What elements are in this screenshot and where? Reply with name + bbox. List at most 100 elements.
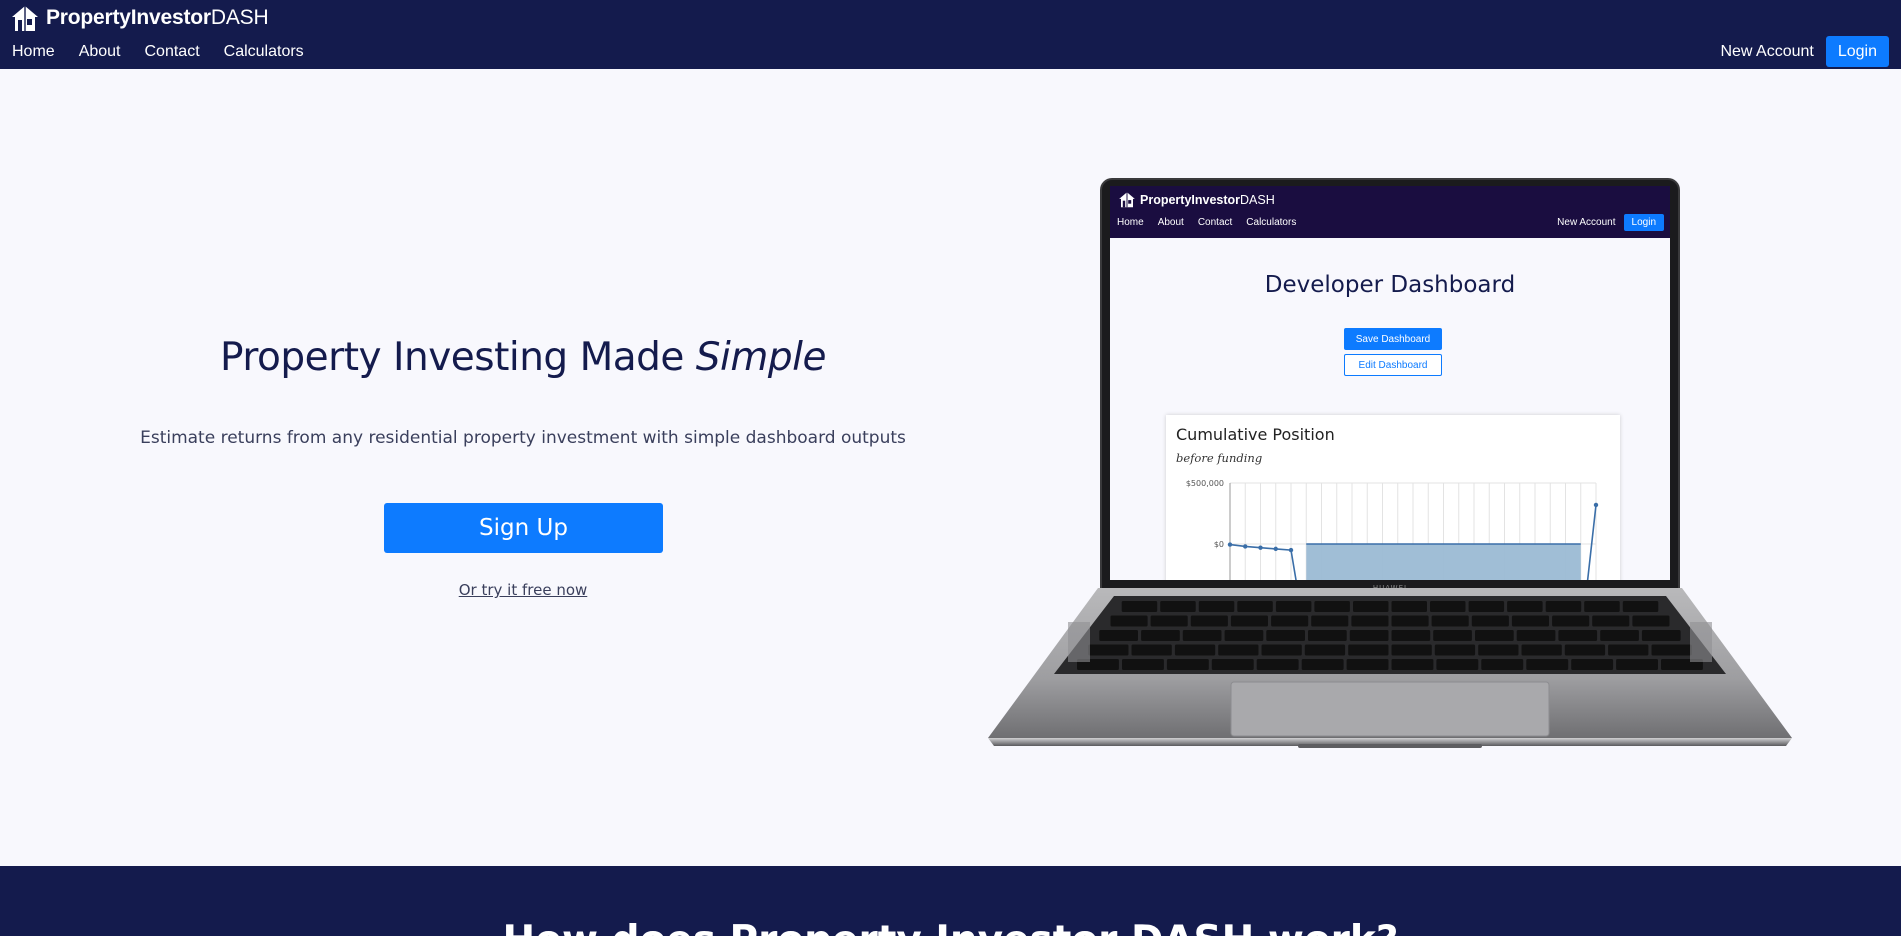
keyboard-key [1433,630,1472,641]
chart-y-tick-label: $500,000 [1186,479,1224,488]
keyboard-key [1391,615,1429,627]
keyboard-key [1478,644,1519,656]
chart-area-fill [1306,544,1581,580]
chart-data-point [1243,544,1248,549]
keyboard-key [1521,644,1562,656]
mock-nav-link-home: Home [1117,217,1144,228]
keyboard-key [1174,644,1216,656]
keyboard-key [1230,615,1268,627]
keyboard-key [1552,615,1590,627]
hero-title-emphasis: Simple [695,335,827,380]
how-it-works-section: How does Property Investor DASH work? [0,866,1901,936]
keyboard-key [1622,601,1659,612]
mock-brand-name: PropertyInvestorDASH [1140,192,1275,207]
chart-data-point [1227,542,1233,547]
keyboard-key [1516,630,1556,641]
keyboard-key [1471,615,1509,627]
laptop-mockup: PropertyInvestorDASH Home About Contact … [986,178,1794,760]
keyboard-key [1651,644,1692,656]
keyboard-key [1632,615,1670,627]
laptop-lid: PropertyInvestorDASH Home About Contact … [1100,178,1680,596]
keyboard-key [1507,601,1543,612]
chart-y-tick-label: $0 [1214,540,1224,549]
keyboard-key [1391,659,1434,670]
keyboard-key [1511,615,1549,627]
keyboard-key [1088,644,1129,656]
keyboard-key [1099,630,1138,641]
keyboard-key [1391,644,1432,656]
mock-nav-right: New Account Login [1557,214,1664,231]
mock-page-title: Developer Dashboard [1264,272,1516,298]
keyboard-key [1600,630,1639,641]
keyboard-key [1166,659,1209,670]
keyboard-key [1275,601,1312,612]
keyboard-key [1391,630,1431,641]
house-logo-icon [12,6,38,31]
keyboard-key [1346,659,1389,670]
keyboard-key [1468,601,1505,612]
keyboard-key [1308,630,1347,641]
chart-data-point [1288,547,1294,553]
keyboard-key [1436,659,1479,670]
hero-title: Property Investing Made Simple [150,335,896,380]
keyboard-key [1349,630,1389,641]
keyboard-key [1348,644,1389,656]
laptop-keyboard-base [988,588,1792,748]
keyboard-key [1526,659,1569,670]
keyboard-key [1571,659,1614,670]
nav-right: New Account Login [1720,36,1889,67]
keyboard-key [1121,601,1158,612]
keyboard-key [1266,630,1305,641]
mock-new-account: New Account [1557,217,1616,228]
keyboard-key [1150,615,1188,627]
keyboard-key [1353,601,1389,612]
keyboard-key [1256,659,1299,670]
chart-data-point [1258,545,1263,550]
mock-house-logo-icon [1119,192,1135,208]
keyboard-key [1434,644,1476,656]
nav-link-home[interactable]: Home [0,43,67,61]
mock-chart-subtitle: before funding [1176,451,1263,465]
keyboard-key [1311,615,1349,627]
nav-link-about[interactable]: About [67,43,133,61]
keyboard-key [1641,630,1681,641]
keyboard-key [1110,615,1148,627]
keyboard-key [1608,644,1649,656]
keyboard-key [1301,659,1344,670]
mock-navbar: PropertyInvestorDASH Home About Contact … [1110,186,1670,238]
keyboard-key [1304,644,1346,656]
laptop-screen: PropertyInvestorDASH Home About Contact … [1110,186,1670,580]
keyboard-key [1616,659,1658,670]
keyboard-key [1430,601,1466,612]
navbar: PropertyInvestorDASH Home About Contact … [0,0,1901,69]
keyboard-key [1190,615,1228,627]
mock-chart-card: Cumulative Position before funding $500,… [1166,415,1620,580]
brand-name: PropertyInvestorDASH [46,6,269,29]
keyboard-key [1351,615,1389,627]
keyboard-key [1261,644,1302,656]
keyboard-key [1237,601,1273,612]
keyboard-key [1122,659,1164,670]
login-button[interactable]: Login [1825,36,1889,67]
keyboard-key [1211,659,1254,670]
keyboard-key [1545,601,1582,612]
try-free-link[interactable]: Or try it free now [350,581,696,599]
keyboard-key [1558,630,1598,641]
keyboard-key [1218,644,1259,656]
mock-login-button: Login [1623,214,1664,231]
nav-link-contact[interactable]: Contact [133,43,212,61]
brand-logo-link[interactable]: PropertyInvestorDASH [10,3,269,33]
keyboard-key [1391,601,1427,612]
keyboard-key [1592,615,1630,627]
hero-subtitle: Estimate returns from any residential pr… [140,428,906,448]
keyboard-key [1160,601,1196,612]
keyboard-key [1141,630,1180,641]
keyboard-key [1314,601,1350,612]
cumulative-position-chart: $500,000$0-$500,000 [1186,479,1599,580]
nav-link-calculators[interactable]: Calculators [212,43,316,61]
mock-nav-link-calculators: Calculators [1246,217,1297,228]
new-account-link[interactable]: New Account [1720,43,1813,61]
keyboard-key [1584,601,1620,612]
mock-nav-links: Home About Contact Calculators [1110,217,1303,228]
signup-button[interactable]: Sign Up [384,503,663,553]
